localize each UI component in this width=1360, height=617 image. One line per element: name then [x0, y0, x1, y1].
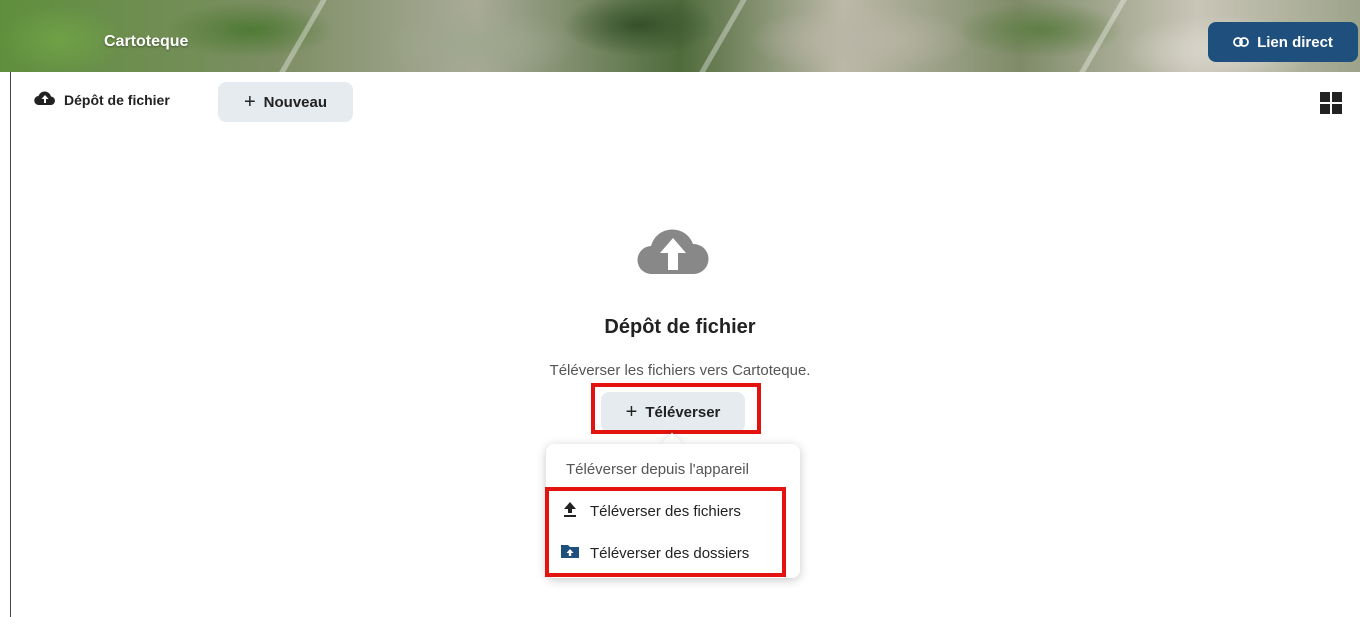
highlight-box: [545, 487, 786, 577]
direct-link-label: Lien direct: [1257, 33, 1333, 51]
app-title: Cartoteque: [104, 33, 189, 50]
direct-link-button[interactable]: Lien direct: [1208, 22, 1358, 62]
highlight-box: [591, 383, 761, 434]
header-banner: [0, 0, 1360, 72]
banner-decoration: [699, 0, 747, 72]
cloud-upload-icon: [636, 218, 710, 276]
cloud-upload-icon: [34, 90, 56, 109]
grid-view-icon[interactable]: [1320, 92, 1342, 114]
breadcrumb: Dépôt de fichier: [34, 90, 170, 109]
banner-decoration: [1079, 0, 1127, 72]
empty-state-description: Téléverser les fichiers vers Cartoteque.: [549, 362, 811, 379]
empty-state-title: Dépôt de fichier: [604, 316, 756, 338]
banner-decoration: [279, 0, 327, 72]
new-button[interactable]: + Nouveau: [218, 82, 353, 122]
upload-menu-header: Téléverser depuis l'appareil: [566, 461, 749, 478]
new-button-label: Nouveau: [263, 93, 328, 111]
breadcrumb-label: Dépôt de fichier: [64, 91, 170, 108]
plus-icon: +: [243, 91, 256, 113]
link-icon: [1233, 34, 1249, 51]
